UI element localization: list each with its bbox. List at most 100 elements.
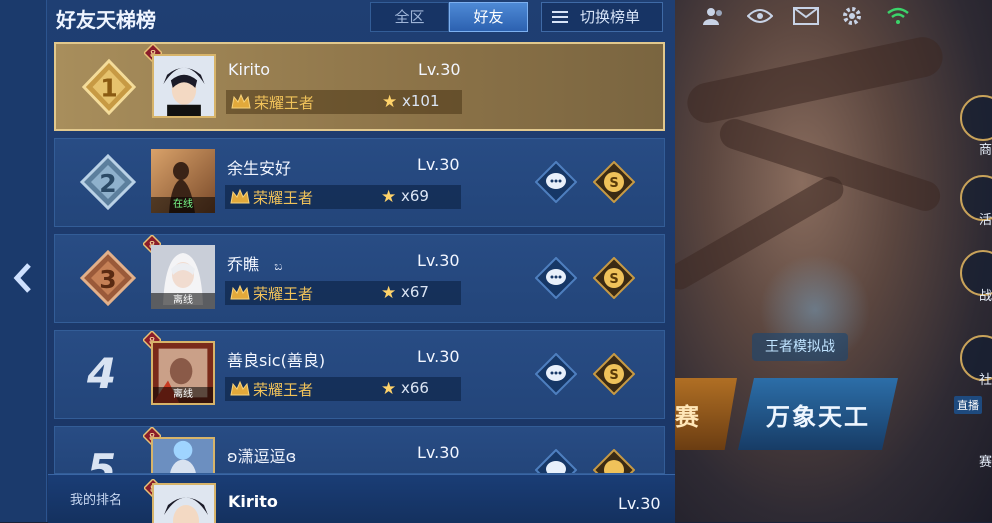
wanxiang-mode-button[interactable]: 万象天工 bbox=[738, 378, 898, 450]
page-title: 好友天梯榜 bbox=[56, 8, 156, 32]
top-status-icons bbox=[700, 0, 912, 32]
player-name: 乔瞧 ಬ bbox=[227, 251, 282, 275]
simulator-mode-label[interactable]: 王者模拟战 bbox=[752, 333, 848, 361]
side-label-match: 赛 bbox=[978, 455, 992, 470]
rank-3-text: 3 bbox=[99, 265, 116, 294]
friend-ladder-panel: 好友天梯榜 全区 好友 切换榜单 1 8 Kirito Lv.30 荣耀王者 ★… bbox=[0, 0, 675, 523]
svg-text:S: S bbox=[609, 176, 618, 191]
back-arrow-icon[interactable] bbox=[8, 262, 38, 298]
player-name-text: 乔瞧 bbox=[227, 255, 260, 274]
wifi-icon bbox=[884, 5, 912, 27]
star-icon: ★ bbox=[381, 187, 397, 207]
crown-icon bbox=[231, 93, 251, 109]
rank-number: 5 bbox=[87, 445, 117, 474]
star-count: ★ x101 bbox=[382, 92, 440, 112]
rank-3-medal-icon: 3 bbox=[79, 249, 137, 307]
tier-name: 荣耀王者 bbox=[253, 285, 314, 303]
star-count-value: x69 bbox=[401, 187, 429, 205]
player-level: Lv.30 bbox=[417, 155, 460, 174]
ladder-row[interactable]: 2 在线 余生安好 Lv.30 荣耀王者 ★ x69 S bbox=[54, 138, 665, 227]
my-rank-label: 我的排名 bbox=[70, 493, 123, 508]
my-rank-bar: 我的排名 8 Kirito Lv.30 bbox=[48, 474, 675, 523]
tier-bar: 荣耀王者 ★ x101 bbox=[226, 90, 462, 114]
rank-number: 4 bbox=[87, 349, 117, 398]
ladder-row[interactable]: 3 8 离线 乔瞧 ಬ Lv.30 荣耀王者 ★x67 S bbox=[54, 234, 665, 323]
side-label-social: 社 bbox=[978, 373, 992, 388]
player-name: Kirito bbox=[228, 60, 271, 79]
ladder-row[interactable]: 1 8 Kirito Lv.30 荣耀王者 ★ x101 bbox=[54, 42, 665, 131]
chat-icon[interactable] bbox=[535, 353, 577, 395]
svg-text:S: S bbox=[609, 368, 618, 383]
switch-board-label: 切换榜单 bbox=[580, 8, 641, 26]
crown-icon bbox=[230, 380, 250, 396]
rank-1-medal-icon: 1 bbox=[80, 58, 138, 116]
player-name: ʚ潇逗逗ɞ bbox=[227, 447, 297, 466]
tournament-mode-label: 赛 bbox=[675, 402, 699, 431]
player-level: Lv.30 bbox=[417, 347, 460, 366]
player-level: Lv.30 bbox=[418, 60, 461, 79]
tier-bar: 荣耀王者 ★ x66 bbox=[225, 377, 461, 401]
rank-1-text: 1 bbox=[100, 74, 117, 103]
player-name-suffix: ಬ bbox=[274, 259, 283, 273]
star-icon: ★ bbox=[381, 283, 397, 303]
tab-all-server[interactable]: 全区 bbox=[370, 2, 449, 32]
background-branch bbox=[683, 33, 947, 127]
tier-name: 荣耀王者 bbox=[253, 189, 314, 207]
avatar[interactable] bbox=[152, 54, 216, 118]
my-rank-level: Lv.30 bbox=[618, 494, 661, 513]
crown-icon bbox=[230, 284, 250, 300]
panel-left-edge bbox=[0, 0, 47, 522]
offline-status: 离线 bbox=[153, 387, 213, 403]
avatar[interactable] bbox=[151, 437, 215, 473]
chat-icon[interactable] bbox=[535, 449, 577, 474]
tier-bar: 荣耀王者 ★ x69 bbox=[225, 185, 461, 209]
side-label-battle: 战 bbox=[978, 289, 992, 304]
player-level: Lv.30 bbox=[417, 251, 460, 270]
eye-icon[interactable] bbox=[746, 5, 774, 27]
friends-icon[interactable] bbox=[700, 5, 728, 27]
star-count: ★ x67 bbox=[381, 283, 429, 303]
star-count-value: x101 bbox=[402, 92, 440, 110]
star-icon: ★ bbox=[382, 92, 398, 112]
ladder-row[interactable]: 4 8 离线 善良sic(善良) Lv.30 荣耀王者 ★ x66 S bbox=[54, 330, 665, 419]
chat-icon[interactable] bbox=[535, 161, 577, 203]
side-label-activity: 活 bbox=[978, 213, 992, 228]
rank-2-text: 2 bbox=[99, 169, 116, 198]
ladder-row[interactable]: 5 8 ʚ潇逗逗ɞ Lv.30 bbox=[54, 426, 665, 474]
crown-icon bbox=[230, 188, 250, 204]
gear-icon[interactable] bbox=[838, 5, 866, 27]
gift-coin-icon[interactable]: S bbox=[593, 257, 635, 299]
star-count: ★ x69 bbox=[381, 187, 429, 207]
player-name: 余生安好 bbox=[227, 159, 292, 178]
tier-name: 荣耀王者 bbox=[253, 381, 314, 399]
player-name: 善良sic(善良) bbox=[227, 351, 326, 370]
my-rank-name: Kirito bbox=[228, 492, 278, 511]
avatar[interactable]: 离线 bbox=[151, 245, 215, 309]
svg-text:S: S bbox=[609, 272, 618, 287]
avatar[interactable]: 在线 bbox=[151, 149, 215, 213]
player-level: Lv.30 bbox=[417, 443, 460, 462]
star-icon: ★ bbox=[381, 379, 397, 399]
live-tag: 直播 bbox=[954, 396, 982, 414]
rank-2-medal-icon: 2 bbox=[79, 153, 137, 211]
tier-bar: 荣耀王者 ★ x67 bbox=[225, 281, 461, 305]
switch-board-button[interactable]: 切换榜单 bbox=[541, 2, 663, 32]
gift-coin-icon[interactable]: S bbox=[593, 353, 635, 395]
star-count: ★ x66 bbox=[381, 379, 429, 399]
star-count-value: x66 bbox=[401, 379, 429, 397]
my-avatar[interactable] bbox=[152, 483, 216, 523]
online-status: 在线 bbox=[151, 197, 215, 213]
star-count-value: x67 bbox=[401, 283, 429, 301]
offline-status: 离线 bbox=[151, 293, 215, 309]
tab-friends[interactable]: 好友 bbox=[449, 2, 528, 32]
tab-bar: 全区 好友 bbox=[370, 2, 528, 32]
chat-icon[interactable] bbox=[535, 257, 577, 299]
mail-icon[interactable] bbox=[792, 5, 820, 27]
avatar[interactable]: 离线 bbox=[151, 341, 215, 405]
tier-name: 荣耀王者 bbox=[254, 94, 315, 112]
side-label-shop: 商 bbox=[978, 143, 992, 158]
gift-coin-icon[interactable]: S bbox=[593, 161, 635, 203]
gift-coin-icon[interactable] bbox=[593, 449, 635, 474]
list-icon bbox=[552, 8, 568, 26]
wanxiang-mode-label: 万象天工 bbox=[766, 402, 870, 431]
